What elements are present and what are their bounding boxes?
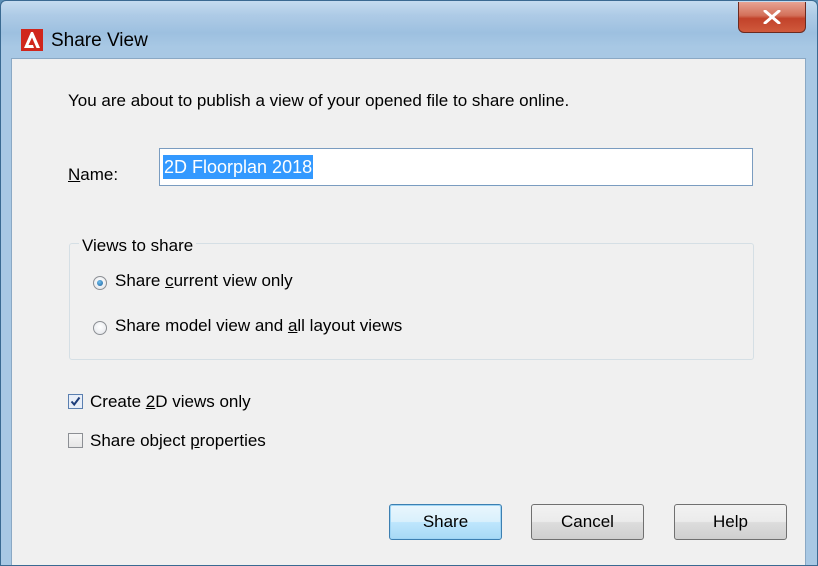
share-object-properties-label[interactable]: Share object properties <box>90 431 266 451</box>
close-button[interactable] <box>738 2 806 33</box>
share-object-properties-checkbox[interactable] <box>68 433 83 448</box>
name-input[interactable]: 2D Floorplan 2018 <box>159 148 753 186</box>
autocad-a-icon <box>21 29 43 51</box>
share-button[interactable]: Share <box>389 504 502 540</box>
title-bar[interactable]: Share View <box>1 1 817 51</box>
dialog-title: Share View <box>51 30 148 51</box>
views-to-share-title: Views to share <box>79 236 197 256</box>
name-label: Name: <box>68 165 119 184</box>
intro-text: You are about to publish a view of your … <box>68 91 570 110</box>
create-2d-views-checkbox[interactable] <box>68 394 83 409</box>
checkmark-icon <box>70 396 81 407</box>
share-view-dialog: Share View You are about to publish a vi… <box>0 0 818 566</box>
views-to-share-group <box>69 243 754 360</box>
dialog-content: You are about to publish a view of your … <box>11 58 806 565</box>
share-all-views-label[interactable]: Share model view and all layout views <box>115 316 402 336</box>
share-current-view-label[interactable]: Share current view only <box>115 271 293 291</box>
create-2d-views-label[interactable]: Create 2D views only <box>90 392 251 412</box>
name-input-value: 2D Floorplan 2018 <box>163 155 314 179</box>
close-x-icon <box>763 10 781 24</box>
share-all-views-radio[interactable] <box>93 321 107 335</box>
help-button[interactable]: Help <box>674 504 787 540</box>
cancel-button[interactable]: Cancel <box>531 504 644 540</box>
share-current-view-radio[interactable] <box>93 276 107 290</box>
